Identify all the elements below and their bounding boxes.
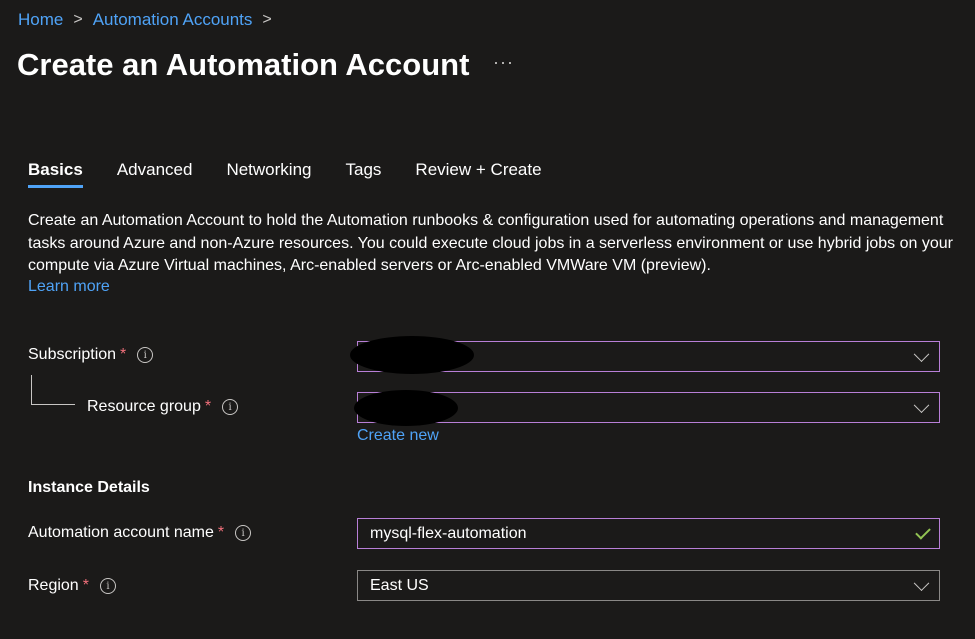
tab-basics[interactable]: Basics	[28, 160, 83, 188]
instance-details-heading: Instance Details	[28, 479, 150, 496]
learn-more-link[interactable]: Learn more	[28, 278, 110, 296]
tab-networking[interactable]: Networking	[226, 160, 311, 188]
tree-connector	[31, 375, 32, 405]
subscription-label-text: Subscription	[28, 346, 117, 363]
resource-group-label-text: Resource group	[87, 398, 201, 415]
account-name-label-text: Automation account name	[28, 524, 214, 541]
more-icon[interactable]: ···	[493, 52, 514, 73]
chevron-down-icon	[913, 574, 930, 591]
tab-tags[interactable]: Tags	[346, 160, 382, 188]
tab-review-create[interactable]: Review + Create	[415, 160, 541, 188]
description-text: Create an Automation Account to hold the…	[28, 212, 953, 274]
redaction-mark	[354, 390, 458, 426]
tab-advanced[interactable]: Advanced	[117, 160, 193, 188]
create-new-link[interactable]: Create new	[357, 427, 439, 445]
tree-connector	[31, 404, 75, 405]
account-name-input[interactable]: mysql-flex-automation	[357, 518, 940, 549]
breadcrumb: Home > Automation Accounts >	[18, 10, 272, 30]
required-marker: *	[204, 398, 212, 415]
info-icon[interactable]: i	[137, 347, 154, 363]
chevron-right-icon: >	[262, 11, 272, 28]
checkmark-icon	[915, 523, 931, 540]
required-marker: *	[120, 346, 127, 363]
breadcrumb-home-link[interactable]: Home	[18, 10, 63, 30]
chevron-down-icon	[913, 345, 930, 362]
info-icon[interactable]: i	[99, 578, 116, 594]
breadcrumb-automation-accounts-link[interactable]: Automation Accounts	[93, 10, 253, 30]
chevron-down-icon	[913, 396, 930, 413]
page-title: Create an Automation Account	[17, 47, 470, 82]
region-dropdown[interactable]: East US	[357, 570, 940, 601]
region-value: East US	[370, 576, 429, 594]
account-name-label: Automation account name * i	[28, 524, 252, 542]
chevron-right-icon: >	[73, 11, 83, 28]
required-marker: *	[82, 577, 89, 594]
region-label: Region * i	[28, 577, 116, 595]
tab-bar: Basics Advanced Networking Tags Review +…	[28, 160, 542, 188]
resource-group-label: Resource group * i	[87, 398, 239, 416]
redaction-mark	[350, 336, 474, 374]
info-icon[interactable]: i	[222, 399, 239, 415]
subscription-label: Subscription * i	[28, 346, 154, 364]
required-marker: *	[217, 524, 225, 541]
region-label-text: Region	[28, 577, 79, 594]
account-name-value: mysql-flex-automation	[370, 524, 527, 542]
info-icon[interactable]: i	[235, 525, 252, 541]
